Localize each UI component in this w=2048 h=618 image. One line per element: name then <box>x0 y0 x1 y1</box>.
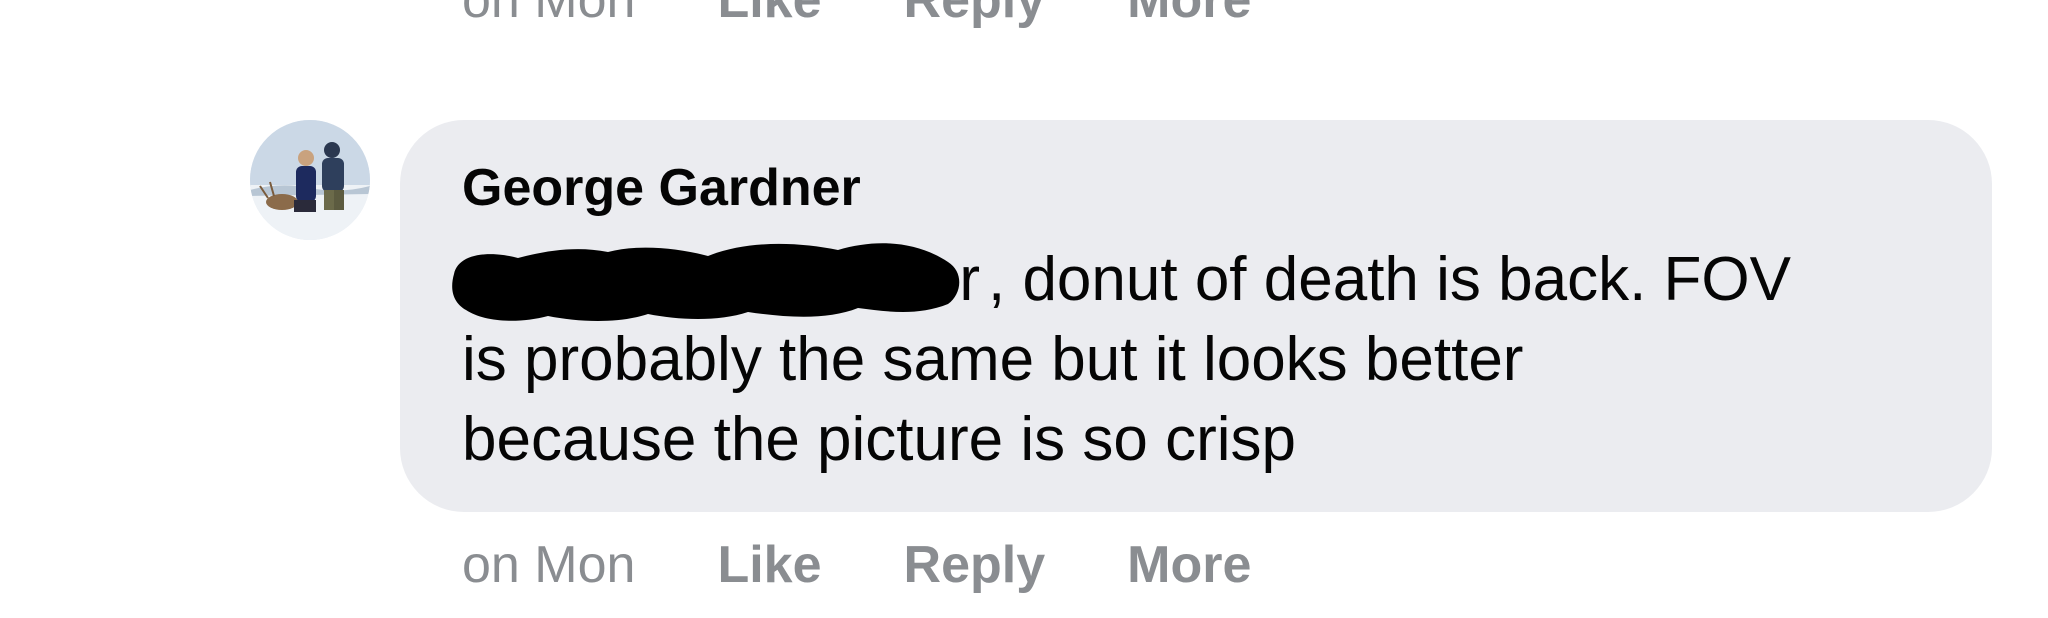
comment-line-1-text: , donut of death is back. FOV <box>988 245 1792 314</box>
reply-button[interactable]: Reply <box>904 535 1046 595</box>
previous-comment-actions: on Mon Like Reply More <box>462 0 1333 30</box>
previous-more-button[interactable]: More <box>1127 0 1251 30</box>
previous-comment-timestamp: on Mon <box>462 0 636 29</box>
like-button[interactable]: Like <box>717 535 821 595</box>
comment-bubble: George Gardner r, donut of death is back… <box>400 120 1992 512</box>
mention-redacted[interactable]: r <box>452 240 988 321</box>
profile-photo-icon <box>250 120 370 240</box>
comment-timestamp[interactable]: on Mon <box>462 535 635 595</box>
comment-text: r, donut of death is back. FOV is probab… <box>452 240 1942 480</box>
more-button[interactable]: More <box>1127 535 1251 595</box>
comment-actions: on Mon Like Reply More <box>462 530 1251 600</box>
comment-author-name[interactable]: George Gardner <box>462 158 861 218</box>
previous-reply-button[interactable]: Reply <box>904 0 1046 30</box>
comment-line-3: because the picture is so crisp <box>462 405 1296 474</box>
comment-line-1: r, donut of death is back. FOV <box>452 240 1942 321</box>
comment-line-2: is probably the same but it looks better <box>462 325 1524 394</box>
previous-like-button[interactable]: Like <box>717 0 821 30</box>
redaction-scribble-icon <box>452 243 960 321</box>
avatar[interactable] <box>250 120 370 240</box>
